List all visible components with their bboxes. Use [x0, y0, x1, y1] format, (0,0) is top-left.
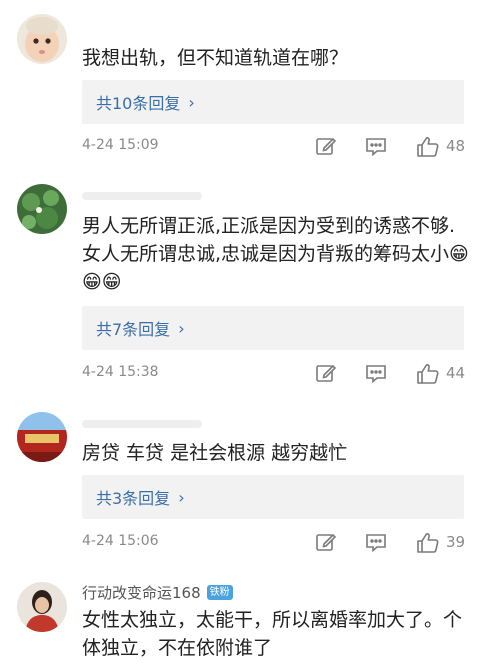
view-replies-button[interactable]: 共10条回复 ›: [82, 80, 464, 124]
like-count: 48: [446, 137, 466, 155]
view-replies-button[interactable]: 共7条回复 ›: [82, 306, 464, 350]
comment-time: 4-24 15:09: [82, 137, 159, 153]
woman-avatar-image: [17, 582, 67, 632]
comment-text: 我想出轨，但不知道轨道在哪？: [82, 47, 349, 69]
comment-icon[interactable]: [365, 135, 387, 161]
chevron-right-icon: ›: [188, 92, 195, 112]
thumbs-up-icon[interactable]: [416, 531, 440, 559]
username-placeholder: [82, 192, 202, 200]
building-avatar-image: [17, 412, 67, 462]
reply-count-label: 共10条回复: [96, 94, 181, 113]
comment-icon[interactable]: [365, 362, 387, 388]
avatar[interactable]: [17, 184, 67, 234]
thumbs-up-icon[interactable]: [416, 362, 440, 390]
comment-meta: 4-24 15:06 39: [82, 531, 470, 555]
username-row: [82, 186, 202, 206]
avatar[interactable]: [17, 14, 67, 64]
chevron-right-icon: ›: [178, 318, 185, 338]
view-replies-button[interactable]: 共3条回复 ›: [82, 475, 464, 519]
avatar[interactable]: [17, 582, 67, 632]
thumbs-up-icon[interactable]: [416, 135, 440, 163]
like-count: 39: [446, 533, 466, 551]
edit-icon[interactable]: [315, 362, 337, 388]
username[interactable]: 行动改变命运168: [82, 582, 201, 603]
chevron-right-icon: ›: [178, 487, 185, 507]
comment-feed: 我想出轨，但不知道轨道在哪？ 共10条回复 › 4-24 15:09 48 男人…: [0, 0, 480, 668]
comment-meta: 4-24 15:38 44: [82, 362, 470, 386]
edit-icon[interactable]: [315, 531, 337, 557]
username-placeholder: [82, 420, 202, 428]
fan-badge: 铁粉: [206, 584, 233, 600]
reply-count-label: 共7条回复: [96, 320, 171, 339]
comment-time: 4-24 15:38: [82, 364, 159, 380]
comment-text: 男人无所谓正派,正派是因为受到的诱惑不够.女人无所谓忠诚,忠诚是因为背叛的筹码太…: [82, 215, 469, 293]
username-row: [82, 414, 202, 434]
reply-count-label: 共3条回复: [96, 489, 171, 508]
edit-icon[interactable]: [315, 135, 337, 161]
baby-avatar-image: [17, 14, 67, 64]
comment-time: 4-24 15:06: [82, 533, 159, 549]
comment-text: 房贷 车贷 是社会根源 越穷越忙: [82, 442, 348, 464]
avatar[interactable]: [17, 412, 67, 462]
lotus-avatar-image: [17, 184, 67, 234]
like-count: 44: [446, 364, 466, 382]
comment-meta: 4-24 15:09 48: [82, 135, 470, 159]
username-row: 行动改变命运168 铁粉: [82, 582, 233, 602]
comment-text: 女性太独立，太能干，所以离婚率加大了。个体独立，不在依附谁了: [82, 609, 463, 659]
comment-icon[interactable]: [365, 531, 387, 557]
